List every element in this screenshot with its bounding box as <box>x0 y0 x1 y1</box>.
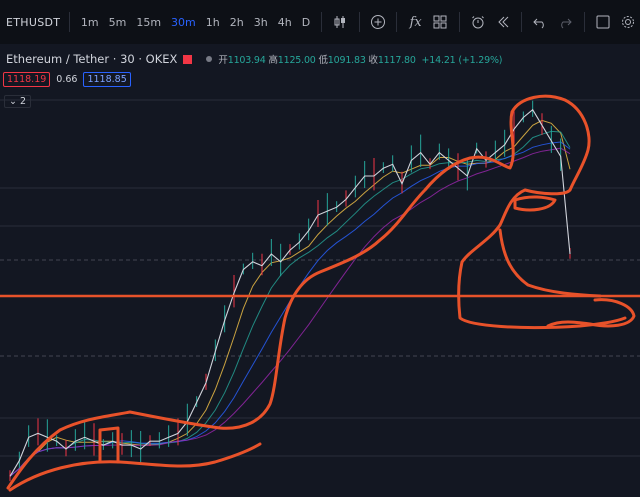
chevron-down-icon: ⌄ <box>9 96 20 107</box>
market-status-icon <box>206 56 213 62</box>
chart-grid <box>0 99 640 457</box>
chart-legend: Ethereum / Tether · 30 · OKEX 开1103.94 高… <box>6 52 502 66</box>
low-label: 低 <box>318 55 328 66</box>
spread-value: 0.66 <box>56 74 78 85</box>
buy-price-button[interactable]: 1118.85 <box>83 72 131 87</box>
indicators-toggle[interactable]: ⌄ 2 <box>4 95 32 108</box>
sell-price-button[interactable]: 1118.19 <box>3 72 51 87</box>
open-value: 1103.94 <box>227 55 266 66</box>
moving-average-line <box>9 119 571 477</box>
high-value: 1125.00 <box>277 55 316 66</box>
low-value: 1091.83 <box>327 55 366 66</box>
close-value: 1117.80 <box>377 55 416 66</box>
indicator-count: 2 <box>19 96 27 107</box>
open-label: 开 <box>218 55 228 66</box>
hand-drawn-annotation <box>6 94 636 492</box>
close-label: 收 <box>368 55 379 66</box>
ohlc-values: 开1103.94 高1125.00 低1091.83 收1117.80 +14.… <box>218 52 502 66</box>
annotation-lower-outline <box>546 298 636 328</box>
change-value: +14.21 (+1.29%) <box>421 55 503 66</box>
bid-ask-row: 1118.19 0.66 1118.85 <box>3 72 131 87</box>
exchange-flag-icon <box>183 54 193 64</box>
chart-title[interactable]: Ethereum / Tether · 30 · OKEX <box>6 52 177 66</box>
annotation-loop <box>513 195 557 212</box>
high-label: 高 <box>268 55 278 66</box>
annotation-arm-outline <box>498 228 602 298</box>
moving-average-lines <box>9 119 571 477</box>
